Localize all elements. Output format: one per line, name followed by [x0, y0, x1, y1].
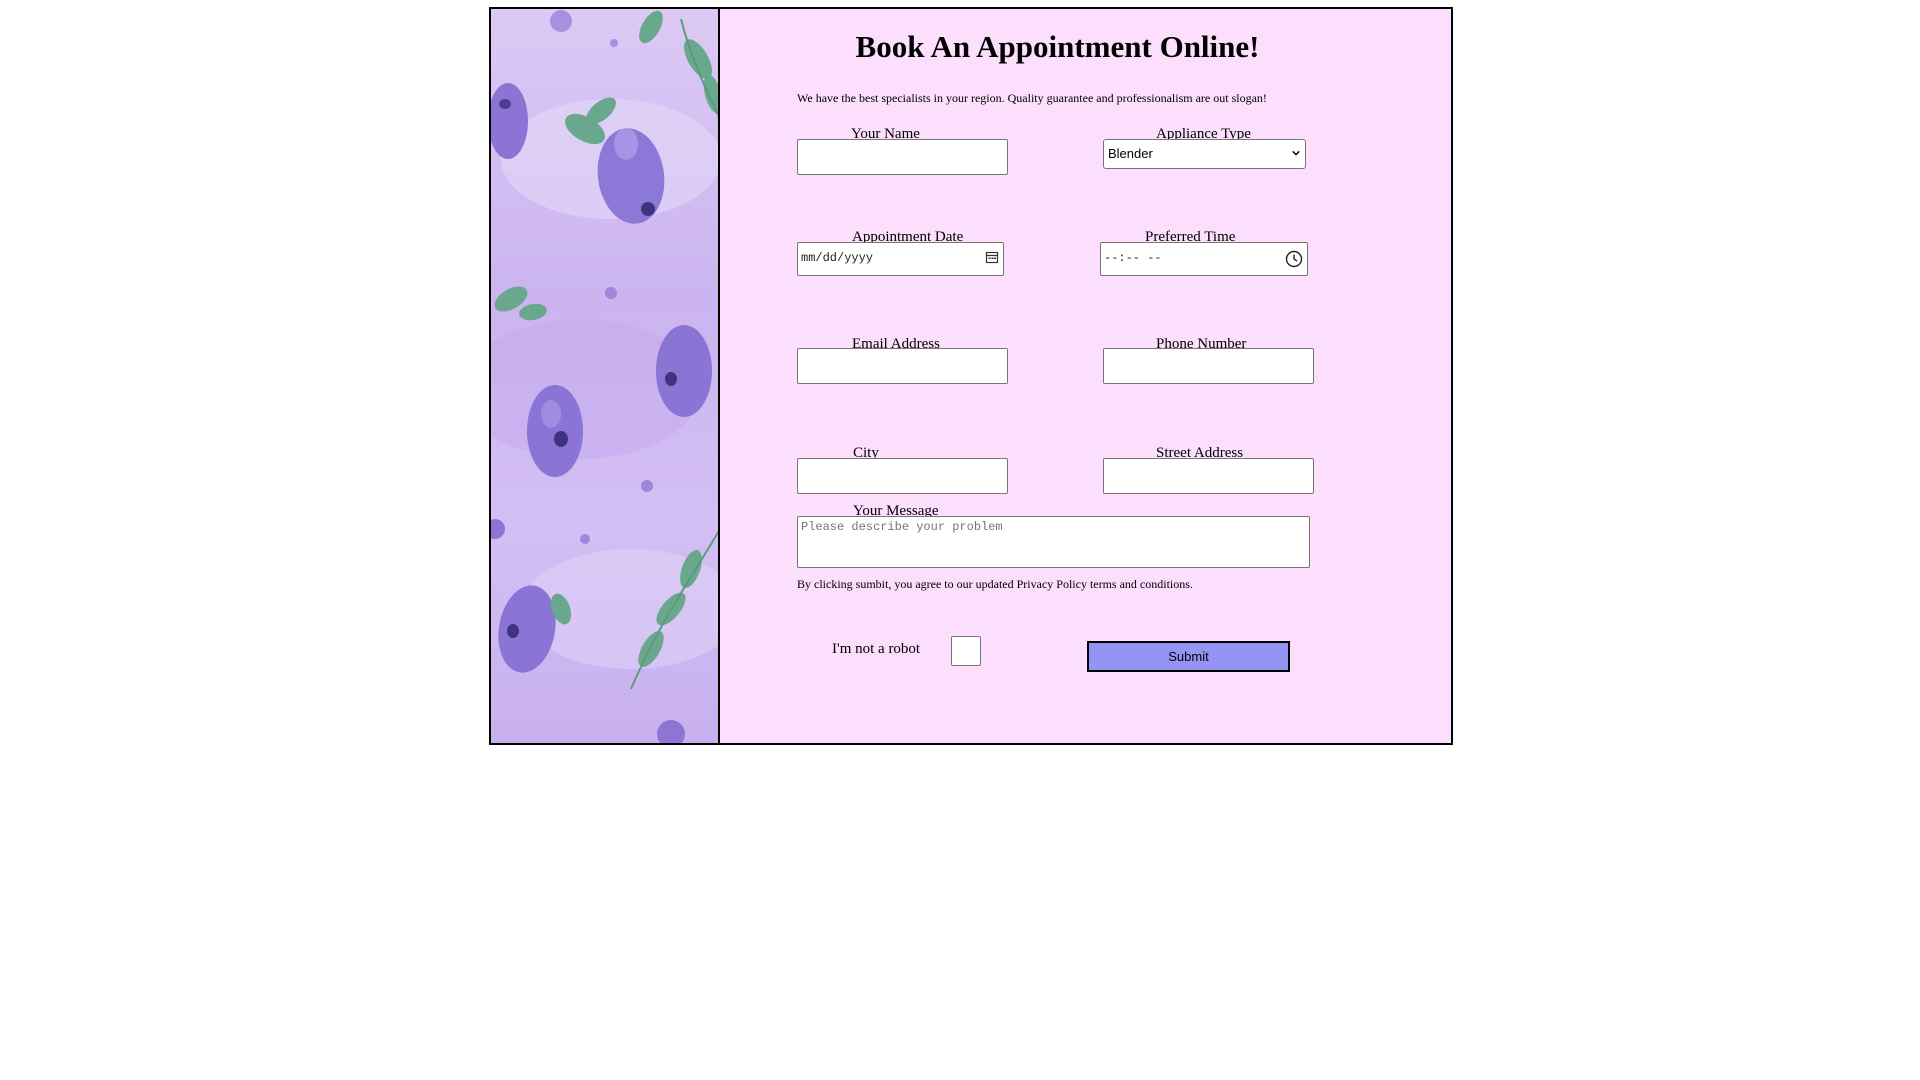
- city-input[interactable]: [797, 458, 1008, 494]
- calendar-icon[interactable]: [985, 250, 999, 264]
- chevron-down-icon: [1292, 150, 1300, 156]
- message-placeholder: Please describe your problem: [801, 520, 1003, 534]
- appliance-type-select[interactable]: Blender: [1103, 139, 1306, 169]
- slogan-text: We have the best specialists in your reg…: [797, 91, 1267, 105]
- your-name-input[interactable]: [797, 139, 1008, 175]
- date-placeholder: mm/dd/yyyy: [801, 251, 874, 265]
- form-area: Book An Appointment Online! We have the …: [720, 9, 1451, 743]
- clock-icon[interactable]: [1285, 250, 1303, 268]
- appointment-date-input[interactable]: mm/dd/yyyy: [797, 242, 1004, 276]
- page-title: Book An Appointment Online!: [855, 29, 1260, 64]
- your-message-textarea[interactable]: Please describe your problem: [797, 516, 1310, 568]
- appliance-type-value: Blender: [1108, 146, 1153, 161]
- robot-label: I'm not a robot: [832, 641, 921, 657]
- submit-button[interactable]: Submit: [1087, 641, 1290, 672]
- preferred-time-input[interactable]: --:-- --: [1100, 242, 1308, 276]
- terms-text: By clicking sumbit, you agree to our upd…: [797, 577, 1193, 591]
- blueberry-pattern-image: [491, 10, 718, 743]
- time-placeholder: --:-- --: [1104, 251, 1162, 265]
- street-address-input[interactable]: [1103, 458, 1314, 494]
- blueberry-decoration: [491, 9, 720, 743]
- email-address-input[interactable]: [797, 348, 1008, 384]
- appointment-card: Book An Appointment Online! We have the …: [489, 7, 1453, 745]
- robot-checkbox[interactable]: [951, 636, 981, 666]
- phone-number-input[interactable]: [1103, 348, 1314, 384]
